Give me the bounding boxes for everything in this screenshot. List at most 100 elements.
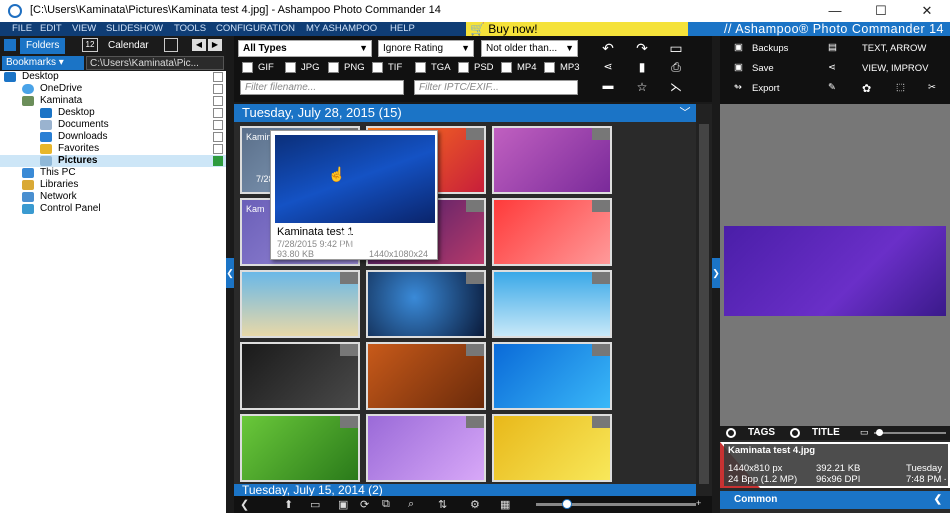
tags-slider[interactable] (874, 429, 946, 436)
thumb-select-box[interactable] (466, 200, 484, 212)
type-filter-dropdown[interactable]: All Types ▼ (238, 40, 372, 57)
print-icon[interactable]: ⎙ (666, 60, 686, 75)
tree-checkbox-checked[interactable] (213, 156, 223, 166)
share-icon[interactable]: ⋖ (828, 62, 836, 73)
thumb-select-box[interactable] (466, 272, 484, 284)
tree-item-libraries[interactable]: Libraries (0, 179, 226, 191)
thumb-select-box[interactable] (466, 128, 484, 140)
star-icon[interactable]: ☆ (632, 80, 652, 94)
vertical-scrollbar[interactable] (696, 104, 712, 496)
menu-slideshow[interactable]: Slideshow (106, 23, 163, 34)
tree-checkbox[interactable] (213, 84, 223, 94)
thumbnail[interactable] (240, 270, 360, 338)
brush-icon[interactable]: ✎ (828, 82, 836, 93)
thumb-select-box[interactable] (592, 344, 610, 356)
thumbnail[interactable] (492, 414, 612, 482)
export-button[interactable]: Export (752, 83, 779, 94)
radio-icon[interactable] (726, 428, 736, 438)
menu-my-ashampoo[interactable]: My Ashampoo (306, 23, 377, 34)
view-toggle-icon[interactable] (164, 38, 178, 52)
menu-tools[interactable]: Tools (174, 23, 206, 34)
format-checkbox-tif[interactable] (372, 62, 383, 73)
thumb-select-box[interactable] (592, 272, 610, 284)
menu-configuration[interactable]: Configuration (216, 23, 295, 34)
tree-checkbox[interactable] (213, 72, 223, 82)
thumbnail[interactable] (492, 342, 612, 410)
document-icon[interactable]: ▮ (632, 60, 652, 74)
thumb-select-box[interactable] (340, 272, 358, 284)
thumb-select-box[interactable] (466, 416, 484, 428)
chevron-down-icon[interactable]: ﹀ (674, 104, 696, 122)
rating-filter-dropdown[interactable]: Ignore Rating ▼ (378, 40, 474, 57)
tree-checkbox[interactable] (213, 96, 223, 106)
tree-item-favorites[interactable]: Favorites (0, 143, 226, 155)
back-arrow-icon[interactable]: ❮ (240, 498, 249, 511)
rotate-left-icon[interactable]: ↶ (598, 40, 618, 57)
tree-item-onedrive[interactable]: OneDrive (0, 83, 226, 95)
thumbnail[interactable] (366, 414, 486, 482)
tree-checkbox[interactable] (213, 120, 223, 130)
tab-calendar[interactable]: Calendar (102, 38, 155, 54)
iptc-filter-input[interactable]: Filter IPTC/EXIF... (414, 80, 578, 95)
format-checkbox-mp3[interactable] (544, 62, 555, 73)
next-arrow-icon[interactable]: ▶ (208, 39, 222, 51)
format-checkbox-jpg[interactable] (285, 62, 296, 73)
bookmarks-button[interactable]: Bookmarks ▾ (2, 56, 84, 70)
split-icon[interactable]: ⋋ (666, 80, 686, 94)
format-checkbox-psd[interactable] (458, 62, 469, 73)
format-checkbox-tga[interactable] (415, 62, 426, 73)
left-collapse-handle[interactable]: ❮ (226, 258, 234, 288)
chevron-left-icon[interactable]: ❮ (934, 491, 942, 509)
slideshow-icon[interactable]: ▭ (666, 40, 686, 57)
tree-checkbox[interactable] (213, 108, 223, 118)
thumb-select-box[interactable] (466, 344, 484, 356)
path-field[interactable]: C:\Users\Kaminata\Pic... (86, 56, 224, 70)
common-section-bar[interactable]: Common ❮ (720, 491, 950, 509)
thumb-select-box[interactable] (592, 200, 610, 212)
monitor-icon[interactable]: ▭ (860, 427, 869, 438)
settings-icon[interactable]: ⚙ (470, 498, 480, 511)
slider-knob[interactable] (876, 429, 883, 436)
up-arrow-icon[interactable]: ⬆ (284, 498, 293, 511)
thumb-select-box[interactable] (592, 416, 610, 428)
format-checkbox-gif[interactable] (242, 62, 253, 73)
format-checkbox-mp4[interactable] (501, 62, 512, 73)
scissors-icon[interactable]: ✂ (928, 82, 936, 93)
buy-now-button[interactable]: 🛒 Buy now! (466, 22, 688, 36)
tree-checkbox[interactable] (213, 132, 223, 142)
maximize-button[interactable]: ☐ (858, 0, 904, 22)
image-icon[interactable]: ▤ (828, 42, 837, 53)
zoom-slider[interactable] (536, 499, 696, 509)
search-icon[interactable]: ⌕ (408, 498, 414, 511)
prev-arrow-icon[interactable]: ◀ (192, 39, 206, 51)
tree-item-desktop-sub[interactable]: Desktop (0, 107, 226, 119)
sort-icon[interactable]: ⇅ (438, 498, 447, 511)
thumbnail[interactable] (492, 126, 612, 194)
refresh-icon[interactable]: ⟳ (360, 498, 369, 511)
color-icon[interactable]: ✿ (862, 82, 871, 95)
title-tab[interactable]: TITLE (812, 427, 840, 438)
thumb-select-box[interactable] (340, 416, 358, 428)
share-icon[interactable]: ⋖ (598, 60, 618, 73)
plus-icon[interactable]: + (696, 498, 701, 508)
thumbnail[interactable] (240, 414, 360, 482)
scroll-track[interactable] (699, 124, 709, 484)
rotate-right-icon[interactable]: ↷ (632, 40, 652, 57)
tree-item-documents[interactable]: Documents (0, 119, 226, 131)
tree-item-control-panel[interactable]: Control Panel (0, 203, 226, 215)
thumb-select-box[interactable] (592, 128, 610, 140)
thumb-select-box[interactable] (340, 344, 358, 356)
format-checkbox-png[interactable] (328, 62, 339, 73)
group-header[interactable]: Tuesday, July 15, 2014 (2) (234, 484, 696, 496)
tree-item-this-pc[interactable]: This PC (0, 167, 226, 179)
close-button[interactable]: ✕ (904, 0, 950, 22)
backups-button[interactable]: Backups (752, 43, 788, 54)
tree-item-downloads[interactable]: Downloads (0, 131, 226, 143)
tree-item-kaminata[interactable]: Kaminata (0, 95, 226, 107)
thumbnail[interactable] (492, 270, 612, 338)
save-button[interactable]: Save (752, 63, 774, 74)
filename-filter-input[interactable]: Filter filename... (240, 80, 404, 95)
thumbnail[interactable] (366, 342, 486, 410)
age-filter-dropdown[interactable]: Not older than... ▼ (481, 40, 578, 57)
tree-item-pictures[interactable]: Pictures (0, 155, 226, 167)
